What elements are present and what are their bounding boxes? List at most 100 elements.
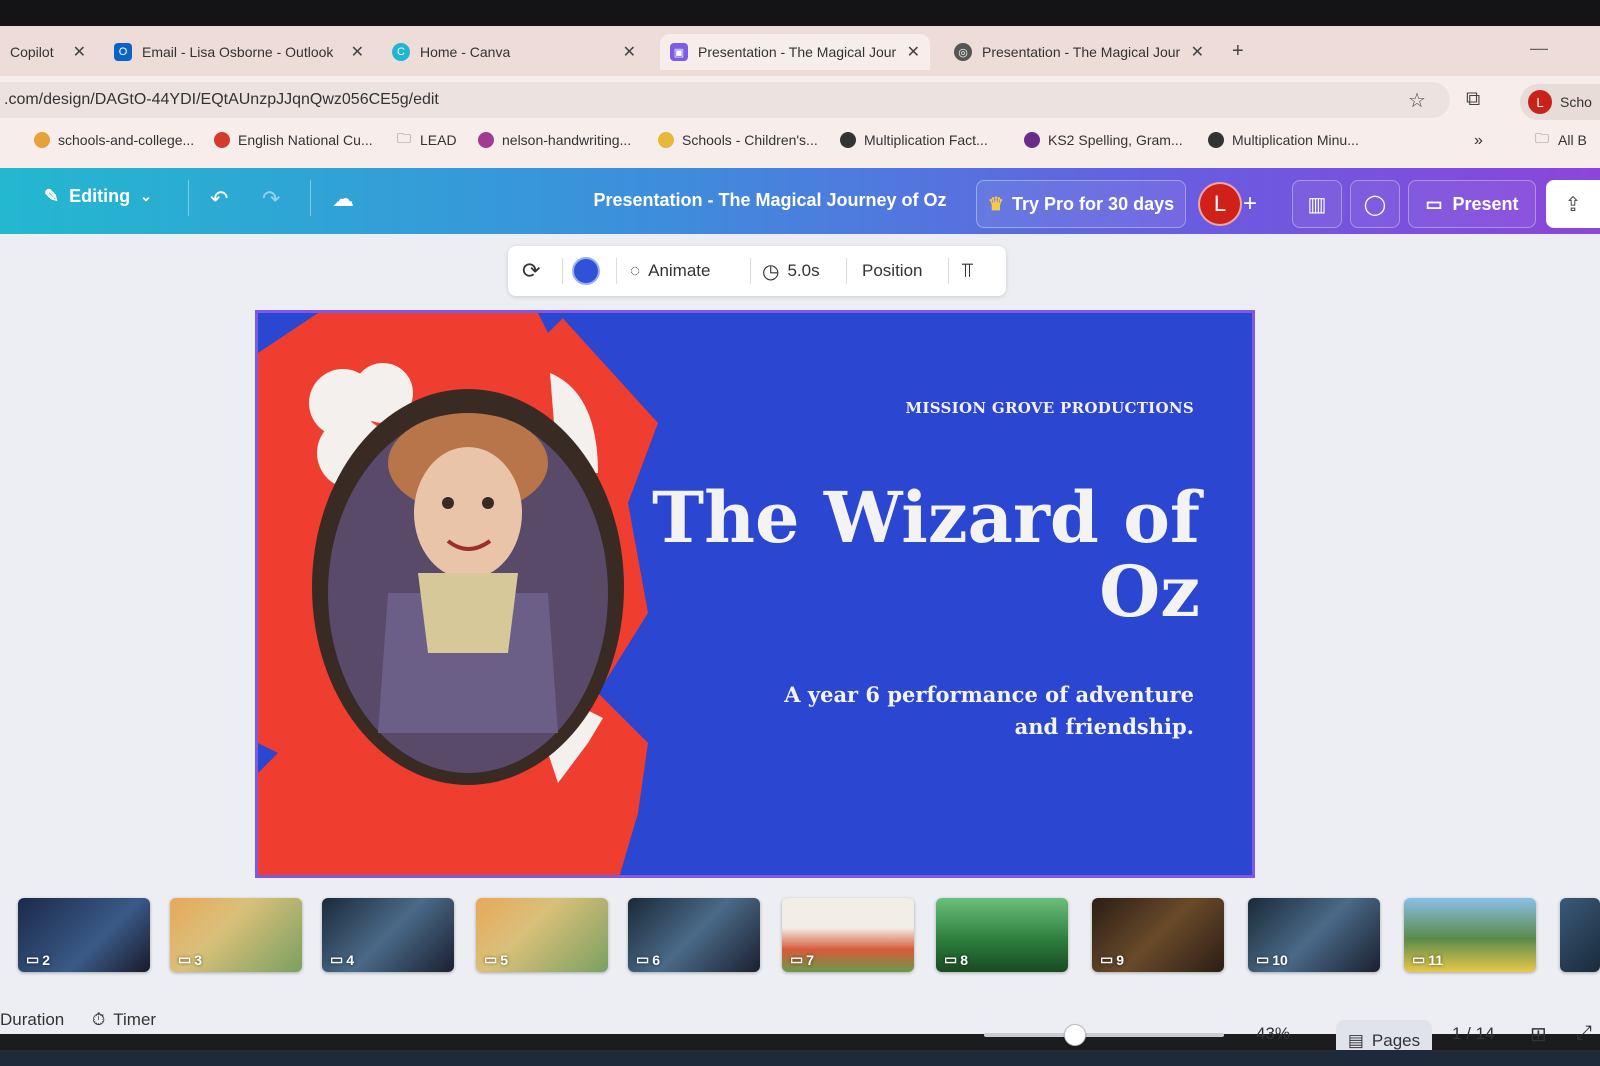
page-thumbnail[interactable]: ▭ 7 [782, 898, 914, 972]
present-label: Present [1452, 193, 1519, 214]
animate-icon: ◌ [630, 261, 641, 280]
present-icon: ▭ [944, 951, 958, 967]
bookmark-item[interactable]: English National Cu... [214, 132, 373, 148]
page-thumbnail[interactable]: ▭ 4 [322, 898, 454, 972]
grid-view-icon[interactable]: ⊞ [1530, 1022, 1547, 1047]
bookmark-item[interactable]: nelson-handwriting... [478, 132, 631, 148]
plus-icon: + [1242, 190, 1257, 217]
slide-title: The Wizard of Oz [652, 476, 1200, 633]
bookmark-label: schools-and-college... [58, 132, 195, 148]
page-thumbnail[interactable]: ▭ 5 [476, 898, 608, 972]
undo-icon[interactable]: ↶ [210, 186, 228, 212]
page-thumbnail[interactable]: ▭ 6 [628, 898, 760, 972]
regenerate-icon[interactable]: ⟳ [522, 246, 540, 296]
screen-bezel [0, 0, 1600, 26]
page-number: ▭ 7 [790, 951, 815, 968]
position-label: Position [862, 261, 923, 280]
pages-label: Pages [1371, 1031, 1421, 1050]
bookmark-item[interactable]: KS2 Spelling, Gram... [1024, 132, 1183, 148]
fullscreen-icon[interactable]: ⤢ [1576, 1022, 1592, 1045]
bookmark-item[interactable]: Schools - Children's... [658, 132, 818, 148]
bookmark-label: Multiplication Minu... [1232, 132, 1359, 148]
tab-label: Email - Lisa Osborne - Outlook [142, 44, 334, 60]
position-button[interactable]: Position [862, 246, 922, 296]
profile-button[interactable]: L Scho [1520, 84, 1600, 120]
page-thumbnail[interactable] [1560, 898, 1600, 972]
comments-button[interactable]: ◯ [1350, 180, 1400, 228]
globe-icon [840, 132, 856, 148]
all-bookmarks-button[interactable]: 🗀 All B [1534, 130, 1587, 148]
page-thumbnail[interactable]: ▭ 11 [1404, 898, 1536, 972]
page-number: ▭ 6 [636, 951, 661, 968]
zoom-slider-track[interactable] [984, 1033, 1224, 1037]
paint-roller-icon[interactable]: ⫪ [962, 246, 973, 296]
duration-button[interactable]: Duration [0, 1010, 64, 1030]
tab-presentation[interactable]: ◎ Presentation - The Magical Jour ✕ [944, 34, 1214, 70]
globe-icon: ◎ [954, 43, 972, 61]
share-icon: ⇪ [1564, 193, 1582, 216]
present-icon: ▭ [484, 951, 498, 967]
page-thumbnail[interactable]: ▭ 3 [170, 898, 302, 972]
stopwatch-icon: ⏱ [92, 1010, 106, 1029]
bookmarks-overflow-button[interactable]: » [1474, 132, 1483, 150]
folder-icon: 🗀 [397, 130, 411, 146]
present-icon: ▭ [1425, 193, 1443, 214]
bookmark-icon [1024, 132, 1040, 148]
present-button[interactable]: ▭ Present [1408, 180, 1536, 228]
profile-avatar: L [1528, 90, 1552, 114]
document-title[interactable]: Presentation - The Magical Journey of Oz [560, 190, 980, 211]
bookmark-label: LEAD [420, 132, 457, 148]
page-number: ▭ 11 [1412, 951, 1444, 968]
insights-button[interactable]: ▥ [1292, 180, 1342, 228]
tab-presentation-active[interactable]: ▣ Presentation - The Magical Jour ✕ [660, 34, 930, 70]
share-button[interactable]: ⇪ [1546, 180, 1600, 228]
extensions-icon[interactable]: ⧉ [1466, 88, 1480, 111]
toolbar-divider [750, 258, 751, 284]
header-divider [188, 180, 189, 216]
bookmark-folder[interactable]: 🗀 LEAD [396, 130, 457, 148]
bookmark-star-icon[interactable]: ☆ [1408, 88, 1426, 113]
redo-icon[interactable]: ↷ [262, 186, 280, 212]
page-thumbnail[interactable]: ▭ 8 [936, 898, 1068, 972]
duration-label: 5.0s [787, 261, 820, 280]
toolbar-divider [846, 258, 847, 284]
bookmark-item[interactable]: Multiplication Minu... [1208, 132, 1359, 148]
tab-canva-home[interactable]: C Home - Canva ✕ [382, 34, 646, 70]
present-icon: ▭ [1100, 951, 1114, 967]
editing-mode-dropdown[interactable]: ✎ Editing ⌄ [44, 186, 152, 207]
bar-chart-icon: ▥ [1307, 193, 1327, 216]
bookmark-icon [214, 132, 230, 148]
close-icon[interactable]: ✕ [73, 42, 86, 62]
close-icon[interactable]: ✕ [623, 42, 636, 62]
clock-icon: ◷ [762, 260, 780, 283]
crown-icon: ♛ [987, 193, 1005, 214]
url-field[interactable]: .com/design/DAGtO-44YDI/EQtAUnzpJJqnQwz0… [0, 82, 1450, 118]
cloud-saved-icon[interactable]: ☁ [332, 186, 354, 212]
tab-outlook[interactable]: O Email - Lisa Osborne - Outlook ✕ [104, 34, 374, 70]
page-thumbnail[interactable]: ▭ 10 [1248, 898, 1380, 972]
page-thumbnail[interactable]: ▭ 2 [18, 898, 150, 972]
try-pro-button[interactable]: ♛ Try Pro for 30 days [976, 180, 1186, 228]
zoom-level[interactable]: 43% [1256, 1024, 1290, 1044]
close-icon[interactable]: ✕ [1191, 42, 1204, 62]
close-icon[interactable]: ✕ [351, 42, 364, 62]
pencil-icon: ✎ [44, 186, 60, 206]
duration-footer-label: Duration [0, 1010, 65, 1029]
tab-copilot[interactable]: Copilot ✕ [0, 34, 96, 70]
slide-canvas[interactable]: MISSION GROVE PRODUCTIONS The Wizard of … [255, 310, 1255, 878]
background-color-button[interactable] [572, 246, 600, 296]
close-icon[interactable]: ✕ [907, 42, 920, 62]
bookmark-label: English National Cu... [238, 132, 373, 148]
bookmark-item[interactable]: Multiplication Fact... [840, 132, 988, 148]
timer-button[interactable]: ⏱ Timer [92, 1010, 156, 1030]
minimize-icon[interactable]: — [1530, 38, 1548, 59]
animate-label: Animate [648, 261, 711, 280]
animate-button[interactable]: ◌ Animate [630, 246, 710, 296]
new-tab-button[interactable]: + [1232, 40, 1244, 63]
page-thumbnail[interactable]: ▭ 9 [1092, 898, 1224, 972]
add-collaborator-button[interactable]: + [1230, 180, 1270, 228]
bookmark-item[interactable]: schools-and-college... [34, 132, 194, 148]
zoom-slider-handle[interactable] [1064, 1024, 1086, 1046]
toolbar-divider [562, 258, 563, 284]
duration-button[interactable]: ◷ 5.0s [762, 246, 820, 296]
